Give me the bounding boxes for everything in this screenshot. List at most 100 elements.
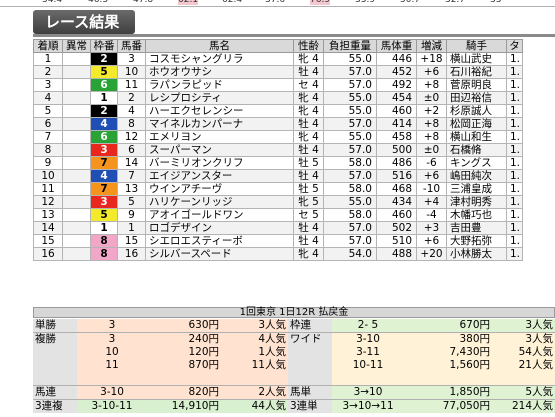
jockey-name[interactable]: 津村明秀 [446,195,507,209]
jockey-name[interactable]: 大野拓弥 [446,234,507,248]
horse-name[interactable]: シルバースペード [145,247,294,261]
abnormal-flag [62,208,91,222]
horse-name[interactable]: レシプロシティ [145,91,294,105]
time-fragment: 1. [505,65,524,79]
jockey-name[interactable]: 石橋脩 [446,143,507,157]
bet-combination [77,372,147,386]
payout-row: 11 870円 11人気 [33,359,288,372]
jockey-name[interactable]: 小林勝太 [446,247,507,261]
horse-name[interactable]: ハリケーンリッジ [145,195,294,209]
horse-name[interactable]: コスモシャングリラ [145,52,294,66]
body-weight: 454 [376,91,417,105]
table-row: 5 2 4 ハーエクセレンシー牝 4 55.0 460 +2 杉原誠人 1. [33,104,524,118]
horse-name[interactable]: マイネルカンパーナ [145,117,294,131]
carried-weight: 57.0 [323,234,377,248]
jockey-name[interactable]: 菅原明良 [446,78,507,92]
payout-amount: 670円 [404,319,492,333]
table-row: 15 8 15 シエロエスティーボ牡 4 57.0 510 +6 大野拓弥 1. [33,234,524,248]
frame-number: 5 [90,208,118,222]
horse-name[interactable]: シエロエスティーボ [145,234,294,248]
frame-number: 2 [90,104,118,118]
time-fragment: 1. [505,143,524,157]
horse-name[interactable]: ハーエクセレンシー [145,104,294,118]
horse-name[interactable]: アオイゴールドワン [145,208,294,222]
body-weight: 452 [376,65,417,79]
time-fragment: 1. [505,91,524,105]
horse-name[interactable]: バーミリオンクリフ [145,156,294,170]
column-header: 性齢 [293,39,324,53]
horse-number: 6 [117,143,146,157]
jockey-name[interactable]: 横山武史 [446,52,507,66]
frame-number: 6 [90,78,118,92]
horse-number: 12 [117,130,146,144]
sex-age: 牡 5 [293,156,324,170]
sex-age: 牡 4 [293,143,324,157]
horse-name[interactable]: ウインアチーヴ [145,182,294,196]
frame-number: 7 [90,156,118,170]
sex-age: 牝 4 [293,104,324,118]
payout-row: 10-11 1,560円 21人気 [288,359,555,372]
frame-number: 4 [90,169,118,183]
horse-name[interactable]: ラパンラピッド [145,78,294,92]
bet-type: 単勝 [33,319,77,333]
weight-change: +2 [416,104,447,118]
payout-amount: 630円 [147,319,221,333]
horse-name[interactable]: ロゴデザイン [145,221,294,235]
bet-type: 3連単 [288,399,332,413]
horse-name[interactable]: ホウオウサシ [145,65,294,79]
bet-combination: 3-10 [332,332,404,346]
abnormal-flag [62,182,91,196]
horse-number: 5 [117,195,146,209]
payout-right-table: 枠連 2- 5 670円 3人気 ワイド 3-10 380円 3人気 3-11 7,430円 54人… [288,319,555,413]
column-header: 枠番 [90,39,118,53]
column-header: タ [505,39,524,53]
jockey-name[interactable]: 木幡巧也 [446,208,507,222]
jockey-name[interactable]: 横山和生 [446,130,507,144]
horse-number: 8 [117,117,146,131]
finish-position: 15 [33,234,63,248]
sex-age: セ 5 [293,208,324,222]
time-fragment: 1. [505,221,524,235]
sex-age: 牝 5 [293,195,324,209]
horse-name[interactable]: スーパーマン [145,143,294,157]
carried-weight: 57.0 [323,117,377,131]
bet-type: 馬連 [33,385,77,400]
payout-amount: 240円 [147,332,221,346]
carried-weight: 55.0 [323,52,377,66]
time-fragment: 1. [505,169,524,183]
table-row: 8 3 6 スーパーマン牡 4 57.0 500 ±0 石橋脩 1. [33,143,524,157]
finish-position: 5 [33,104,63,118]
horse-name[interactable]: エイジアンスター [145,169,294,183]
sex-age: 牡 4 [293,221,324,235]
weight-change: +8 [416,78,447,92]
jockey-name[interactable]: 田辺裕信 [446,91,507,105]
strip-value: 32.7 [445,0,466,5]
jockey-name[interactable]: キングス [446,156,507,170]
popularity: 3人気 [221,319,288,333]
title-underline [33,34,555,37]
payout-left-table: 単勝 3 630円 3人気 複勝 3 240円 4人気 10 120円 1人気 11 870円 11人気馬… [33,319,288,413]
abnormal-flag [62,91,91,105]
jockey-name[interactable]: 松岡正海 [446,117,507,131]
horse-name[interactable]: エメリヨン [145,130,294,144]
bet-combination: 3 [77,319,147,333]
frame-number: 2 [90,52,118,66]
finish-position: 6 [33,117,63,131]
abnormal-flag [62,104,91,118]
carried-weight: 54.0 [323,247,377,261]
horse-number: 1 [117,221,146,235]
carried-weight: 55.0 [323,104,377,118]
table-row: 4 1 2 レシプロシティ牝 4 55.0 454 ±0 田辺裕信 1. [33,91,524,105]
jockey-name[interactable]: 吉田豊 [446,221,507,235]
sex-age: 牝 4 [293,91,324,105]
jockey-name[interactable]: 三浦皇成 [446,182,507,196]
jockey-name[interactable]: 嶋田純次 [446,169,507,183]
jockey-name[interactable]: 杉原誠人 [446,104,507,118]
table-row: 3 6 11 ラパンラピッドセ 4 57.0 492 +8 菅原明良 1. [33,78,524,92]
bet-combination: 3→10→11 [332,399,404,413]
table-row: 10 4 7 エイジアンスター牡 4 57.0 516 +6 嶋田純次 1. [33,169,524,183]
payout-row: ワイド 3-10 380円 3人気 [288,332,555,346]
bet-combination: 2- 5 [332,319,404,333]
jockey-name[interactable]: 石川裕紀 [446,65,507,79]
finish-position: 12 [33,195,63,209]
